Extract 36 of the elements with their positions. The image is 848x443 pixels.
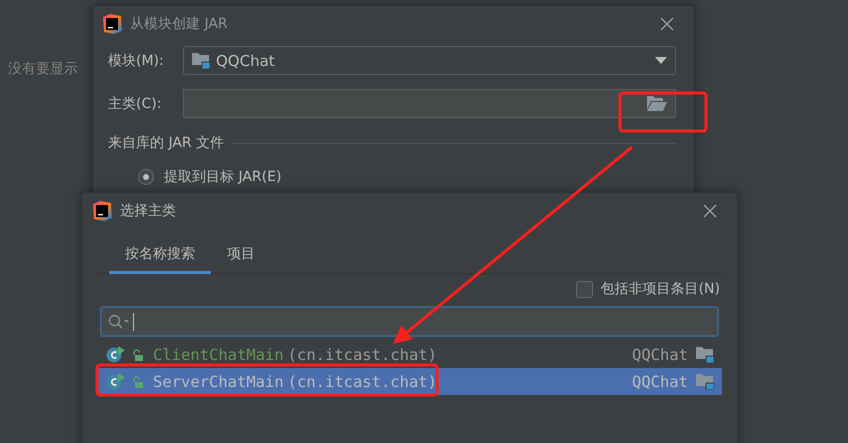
tab[interactable]: 按名称搜索: [109, 241, 211, 274]
runnable-class-icon: [106, 346, 126, 363]
module-folder-icon: [696, 346, 714, 363]
empty-message: 没有要显示: [8, 60, 78, 78]
module-dropdown[interactable]: QQChat: [183, 46, 676, 75]
module-name: QQChat: [632, 372, 688, 390]
lock-icon: [132, 348, 143, 360]
checkbox[interactable]: [576, 280, 593, 298]
class-name: ServerChatMain: [153, 372, 284, 390]
close-icon[interactable]: [703, 204, 717, 218]
checkbox-label: 包括非项目条目(N): [600, 280, 720, 298]
app-logo-icon: [102, 14, 122, 34]
main-class-label: 主类(C):: [108, 94, 162, 112]
tab[interactable]: 项目: [211, 241, 271, 274]
class-name: ClientChatMain: [153, 346, 284, 364]
module-folder-icon: [192, 52, 210, 69]
module-folder-icon: [696, 373, 714, 390]
module-label: 模块(M):: [108, 52, 165, 70]
radio-label: 提取到目标 JAR(E): [164, 168, 282, 186]
search-field[interactable]: [100, 306, 719, 337]
dialog-title: 从模块创建 JAR: [130, 15, 229, 33]
app-logo-icon: [92, 201, 112, 221]
module-name: QQChat: [632, 346, 688, 364]
search-icon: [108, 314, 130, 330]
close-icon[interactable]: [660, 17, 674, 31]
lock-icon: [132, 376, 143, 388]
main-class-field[interactable]: [183, 89, 676, 118]
package-name: (cn.itcast.chat): [288, 372, 438, 390]
caret-icon: [655, 57, 667, 64]
runnable-class-icon: [106, 373, 126, 390]
folder-icon[interactable]: [647, 96, 667, 111]
list-item[interactable]: ClientChatMain (cn.itcast.chat) QQChat: [97, 341, 722, 368]
section-heading: 来自库的 JAR 文件: [108, 134, 224, 152]
dialog-title: 选择主类: [120, 202, 177, 220]
package-name: (cn.itcast.chat): [288, 346, 438, 364]
radio-button[interactable]: [138, 169, 154, 185]
